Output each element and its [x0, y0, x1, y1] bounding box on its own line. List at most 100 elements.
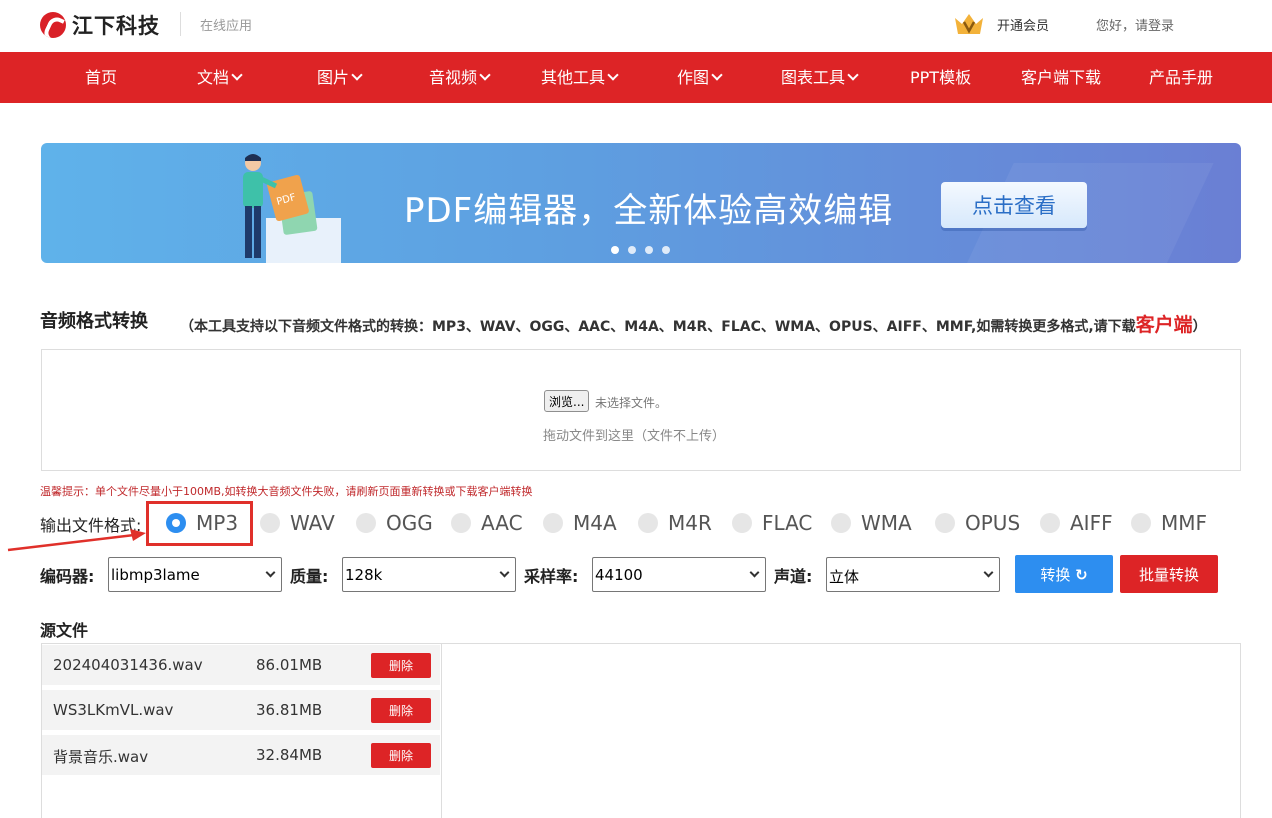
format-option-ogg[interactable]: OGG [356, 508, 433, 538]
radio-button[interactable] [451, 513, 471, 533]
samplerate-select[interactable]: 44100 [592, 557, 766, 592]
format-label: MMF [1161, 511, 1208, 535]
chevron-down-icon [351, 69, 363, 81]
nav-item-ppt-templates[interactable]: PPT模板 [910, 52, 971, 103]
format-option-flac[interactable]: FLAC [732, 508, 812, 538]
nav-item-drawing[interactable]: 作图 [677, 52, 723, 103]
format-label: WMA [861, 511, 912, 535]
chevron-down-icon [711, 69, 723, 81]
nav-item-audio-video[interactable]: 音视频 [429, 52, 491, 103]
chevron-down-icon [607, 69, 619, 81]
radio-button[interactable] [935, 513, 955, 533]
radio-button[interactable] [1040, 513, 1060, 533]
logo[interactable]: 江下科技 [40, 10, 160, 40]
file-name: WS3LKmVL.wav [53, 701, 174, 719]
refresh-icon: ↻ [1075, 565, 1088, 584]
channel-select[interactable]: 立体 [826, 557, 1000, 592]
format-option-wma[interactable]: WMA [831, 508, 912, 538]
format-label: AAC [481, 511, 523, 535]
nav-label: 其他工具 [541, 68, 606, 87]
carousel-dot[interactable] [662, 246, 670, 254]
delete-button[interactable]: 删除 [371, 653, 431, 678]
file-size: 86.01MB [256, 656, 323, 674]
login-link[interactable]: 您好，请登录 [1096, 15, 1174, 34]
quality-select[interactable]: 128k [342, 557, 516, 592]
banner-illustration: PDF [243, 154, 341, 263]
format-label: AIFF [1070, 511, 1113, 535]
browse-button[interactable]: 浏览... [544, 390, 590, 412]
carousel-dot[interactable] [645, 246, 653, 254]
radio-button[interactable] [732, 513, 752, 533]
delete-button[interactable]: 删除 [371, 743, 431, 768]
nav-label: 产品手册 [1149, 68, 1214, 87]
chevron-down-icon [847, 69, 859, 81]
delete-button[interactable]: 删除 [371, 698, 431, 723]
logo-text: 江下科技 [72, 14, 160, 38]
radio-button[interactable] [831, 513, 851, 533]
encoder-select[interactable]: libmp3lame [108, 557, 282, 592]
convert-button[interactable]: 转换 ↻ [1015, 555, 1113, 593]
carousel-dot[interactable] [611, 246, 619, 254]
radio-button[interactable] [638, 513, 658, 533]
encoder-label: 编码器: [40, 567, 95, 586]
file-size: 36.81MB [256, 701, 323, 719]
chevron-down-icon [265, 567, 276, 578]
format-option-m4a[interactable]: M4A [543, 508, 617, 538]
format-option-aiff[interactable]: AIFF [1040, 508, 1113, 538]
carousel-dot[interactable] [628, 246, 636, 254]
nav-item-docs[interactable]: 文档 [197, 52, 243, 103]
crown-icon [953, 12, 985, 36]
format-label: M4A [573, 511, 617, 535]
format-label: FLAC [762, 511, 813, 535]
format-option-wav[interactable]: WAV [260, 508, 335, 538]
nav-label: 客户端下载 [1021, 68, 1102, 87]
samplerate-label: 采样率: [524, 567, 579, 586]
file-row: 202404031436.wav 86.01MB 删除 [42, 645, 440, 685]
radio-button[interactable] [543, 513, 563, 533]
source-file-list: 202404031436.wav 86.01MB 删除 WS3LKmVL.wav… [42, 644, 442, 818]
batch-convert-button[interactable]: 批量转换 [1120, 555, 1218, 593]
format-option-opus[interactable]: OPUS [935, 508, 1020, 538]
nav-label: 作图 [677, 68, 710, 87]
drop-hint: 拖动文件到这里（文件不上传） [543, 429, 726, 444]
client-download-link[interactable]: 客户端 [1136, 314, 1193, 336]
format-label: WAV [290, 511, 335, 535]
format-label: OGG [386, 511, 433, 535]
header-subtitle: 在线应用 [200, 19, 253, 34]
nav-item-client-download[interactable]: 客户端下载 [1021, 52, 1101, 103]
quality-value: 128k [345, 566, 383, 584]
nav-label: 图片 [317, 68, 350, 87]
file-name: 202404031436.wav [53, 656, 203, 674]
nav-label: 首页 [85, 68, 118, 87]
radio-button[interactable] [1131, 513, 1151, 533]
page-title: 音频格式转换 [40, 311, 148, 332]
nav-label: 图表工具 [781, 68, 846, 87]
vip-button[interactable]: 开通会员 [953, 12, 1049, 36]
logo-icon [40, 12, 66, 38]
pointer-arrow-icon [7, 529, 146, 552]
file-drop-zone[interactable]: 浏览... 未选择文件。 拖动文件到这里（文件不上传） [41, 349, 1241, 471]
format-option-m4r[interactable]: M4R [638, 508, 712, 538]
vip-label: 开通会员 [997, 18, 1050, 34]
banner-view-button[interactable]: 点击查看 [941, 182, 1087, 228]
promo-banner[interactable]: PDF PDF编辑器，全新体验高效编辑 点击查看 [41, 143, 1241, 263]
chevron-down-icon [231, 69, 243, 81]
file-row: 背景音乐.wav 32.84MB 删除 [42, 735, 440, 775]
samplerate-value: 44100 [595, 566, 643, 584]
nav-item-chart-tools[interactable]: 图表工具 [781, 52, 859, 103]
file-size: 32.84MB [256, 746, 323, 764]
nav-item-home[interactable]: 首页 [85, 52, 117, 103]
encoder-value: libmp3lame [111, 566, 200, 584]
nav-item-manual[interactable]: 产品手册 [1149, 52, 1213, 103]
channel-value: 立体 [829, 568, 860, 586]
nav-label: 文档 [197, 68, 230, 87]
format-option-mmf[interactable]: MMF [1131, 508, 1207, 538]
format-option-aac[interactable]: AAC [451, 508, 523, 538]
radio-button[interactable] [356, 513, 376, 533]
nav-item-other-tools[interactable]: 其他工具 [541, 52, 619, 103]
radio-button[interactable] [260, 513, 280, 533]
nav-label: 音视频 [429, 68, 478, 87]
nav-item-images[interactable]: 图片 [317, 52, 363, 103]
chevron-down-icon [499, 567, 510, 578]
note-text: （本工具支持以下音频文件格式的转换：MP3、WAV、OGG、AAC、M4A、M4… [180, 319, 1136, 335]
